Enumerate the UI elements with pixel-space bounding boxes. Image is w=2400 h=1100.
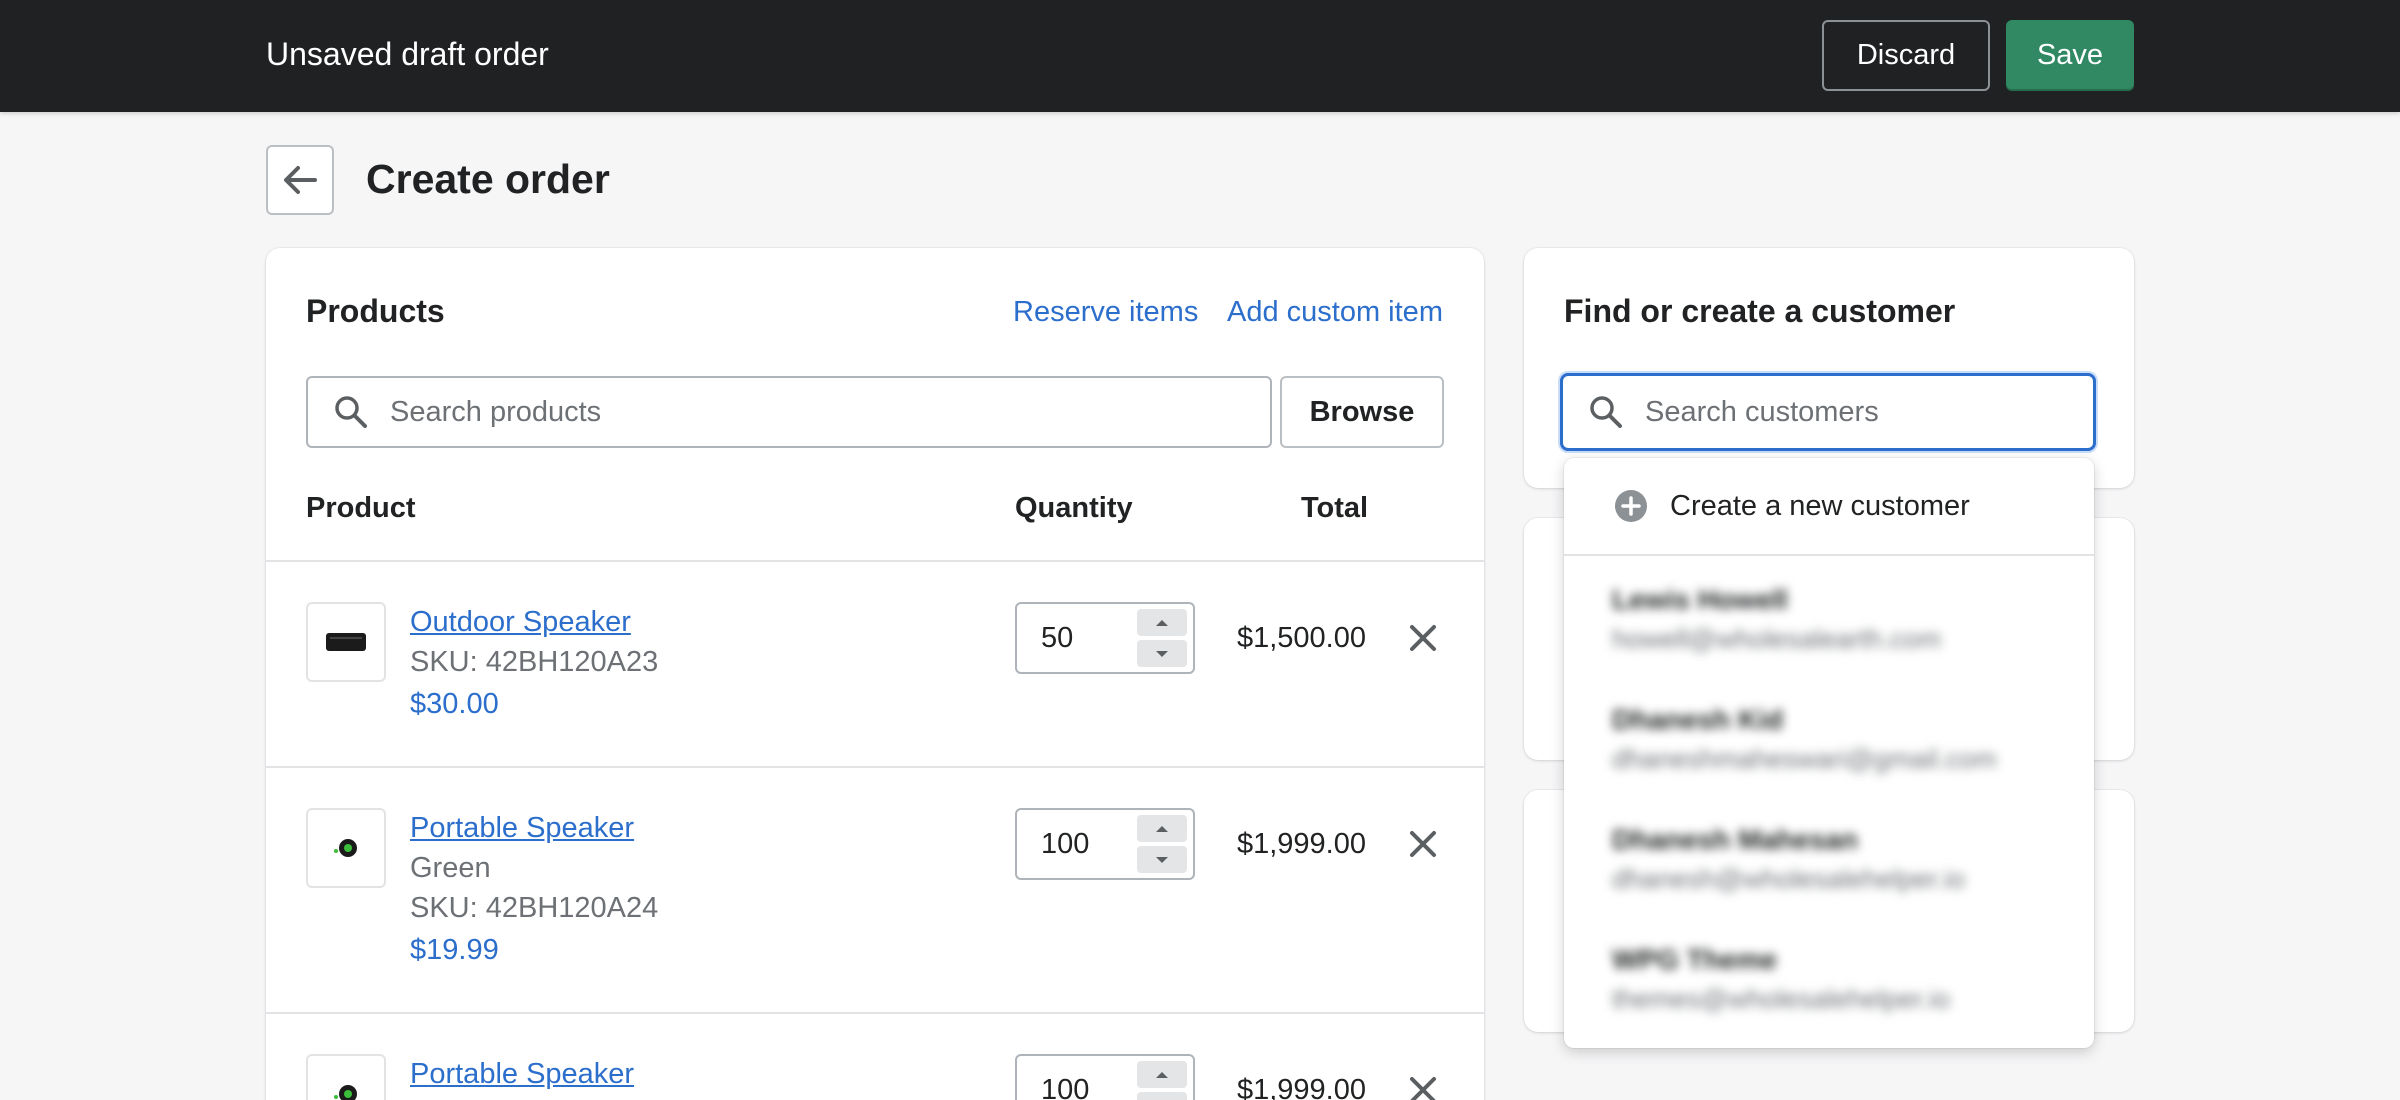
divider [1564,554,2094,556]
product-name-link[interactable]: Portable Speaker [410,1058,634,1091]
draft-status-title: Unsaved draft order [266,36,549,72]
product-search-input[interactable] [390,395,1270,429]
product-name-link[interactable]: Portable Speaker [410,812,634,845]
search-icon [1589,395,1623,429]
divider [266,1012,1484,1014]
column-header-quantity: Quantity [1015,492,1133,524]
remove-item-button[interactable] [1403,824,1443,864]
customer-result-item[interactable]: Lewis Howell howell@wholesalearth.com [1612,584,2072,655]
page-title: Create order [366,156,610,202]
arrow-left-icon [284,166,317,194]
add-custom-item-link[interactable]: Add custom item [1227,296,1443,329]
product-name-link[interactable]: Outdoor Speaker [410,606,631,639]
product-variant: Green [410,852,491,884]
green-speaker-icon [334,839,357,857]
product-thumbnail [306,808,386,888]
product-unit-price: $19.99 [410,934,499,966]
column-header-total: Total [1301,492,1369,524]
close-icon [1410,831,1436,857]
customer-email: dhaneshmaheswari@gmail.com [1612,744,1997,774]
line-total: $1,999.00 [1236,828,1366,860]
customer-search-input[interactable] [1645,395,2093,429]
divider [266,766,1484,768]
products-card: Products Reserve items Add custom item B… [266,248,1484,1100]
customer-result-item[interactable]: WPG Theme themes@wholesalehelper.io [1612,944,2072,1015]
customer-name: Dhanesh Kid [1612,704,1784,735]
customer-email: howell@wholesalearth.com [1612,624,1942,654]
product-sku: SKU: 42BH120A24 [410,892,659,924]
customer-card: Find or create a customer [1524,248,2134,488]
quantity-value: 100 [1041,828,1090,860]
create-new-customer-label: Create a new customer [1670,489,1970,522]
product-sku: SKU: 42BH120A23 [410,646,659,678]
column-header-product: Product [306,492,416,524]
product-unit-price: $30.00 [410,688,499,720]
create-new-customer-option[interactable]: Create a new customer [1564,458,2094,554]
product-thumbnail [306,1054,386,1100]
green-speaker-icon [334,1085,357,1100]
back-button[interactable] [266,145,334,215]
reserve-items-link[interactable]: Reserve items [1013,296,1198,329]
customer-name: WPG Theme [1612,944,1777,975]
black-speaker-icon [326,633,366,651]
remove-item-button[interactable] [1403,1070,1443,1100]
customer-dropdown: Create a new customer Lewis Howell howel… [1564,458,2094,1048]
quantity-value: 50 [1041,622,1074,654]
customer-heading: Find or create a customer [1564,293,1956,329]
customer-name: Dhanesh Mahesan [1612,824,1858,855]
divider [266,560,1484,562]
line-total: $1,500.00 [1236,622,1366,654]
discard-button[interactable]: Discard [1822,20,1990,91]
product-thumbnail [306,602,386,682]
close-icon [1410,1077,1436,1100]
browse-button[interactable]: Browse [1280,376,1444,448]
top-bar: Unsaved draft order Discard Save [0,0,2400,112]
quantity-value: 100 [1041,1074,1090,1100]
search-icon [334,395,368,429]
customer-result-item[interactable]: Dhanesh Kid dhaneshmaheswari@gmail.com [1612,704,2072,775]
close-icon [1410,625,1436,651]
remove-item-button[interactable] [1403,618,1443,658]
line-total: $1,999.00 [1236,1074,1366,1100]
plus-circle-icon [1614,489,1648,523]
customer-result-item[interactable]: Dhanesh Mahesan dhanesh@wholesalehelper.… [1612,824,2072,895]
save-button[interactable]: Save [2006,20,2134,91]
customer-email: dhanesh@wholesalehelper.io [1612,864,1966,894]
customer-email: themes@wholesalehelper.io [1612,984,1951,1014]
product-search-field[interactable] [306,376,1272,448]
customer-search-field[interactable] [1560,373,2096,451]
customer-name: Lewis Howell [1612,584,1788,615]
products-heading: Products [306,293,445,329]
